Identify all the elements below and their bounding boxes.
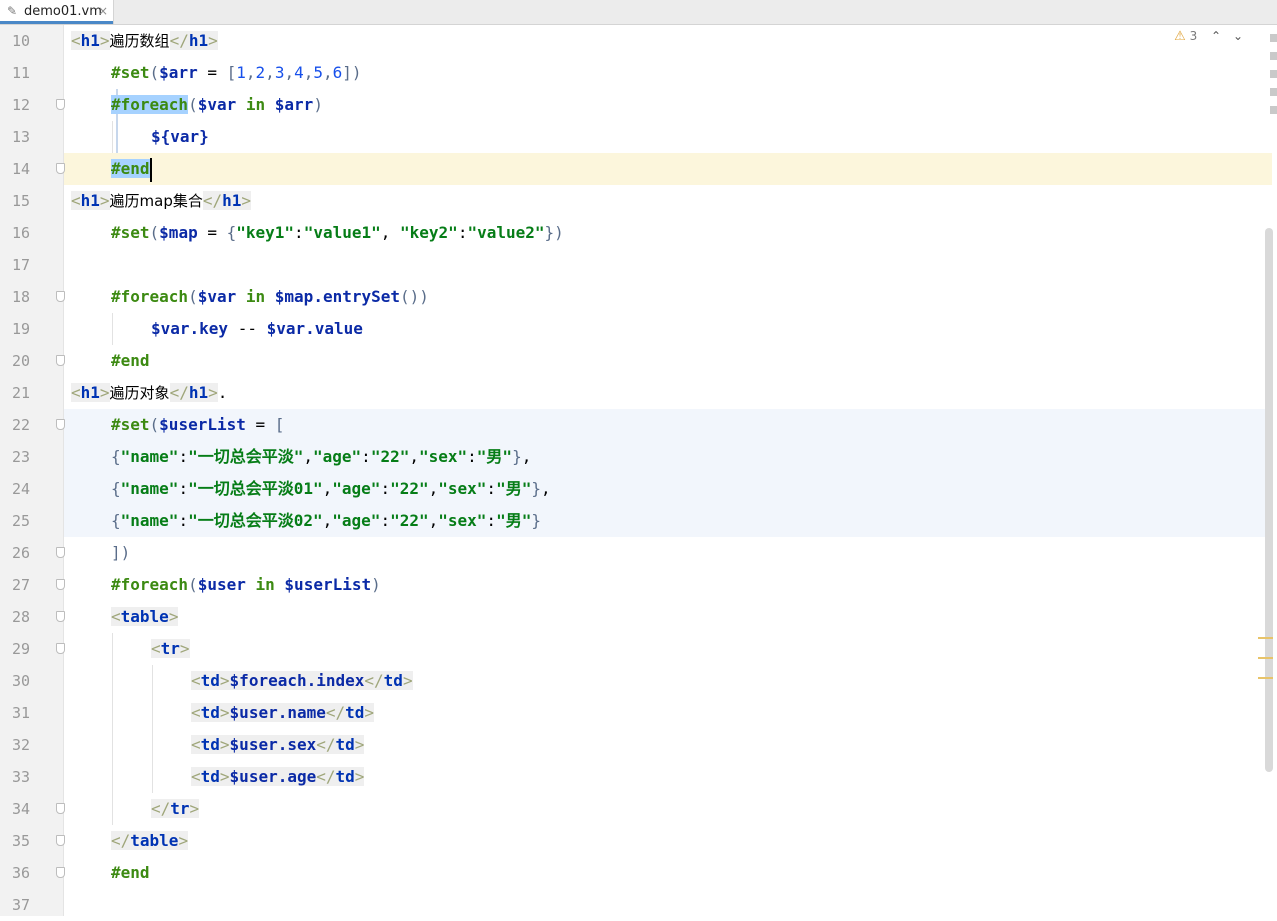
code-line: 26 ])	[12, 537, 1272, 569]
code-line: 23 {"name":"一切总会平淡","age":"22","sex":"男"…	[12, 441, 1272, 473]
code-line: 25 {"name":"一切总会平淡02","age":"22","sex":"…	[12, 505, 1272, 537]
line-number: 11	[11, 64, 30, 82]
code-line: 11 #set($arr = [1,2,3,4,5,6])	[12, 57, 1272, 89]
fold-icon[interactable]	[56, 579, 65, 590]
code-line: 13 ${var}	[12, 121, 1272, 153]
line-number: 12	[11, 96, 30, 114]
error-stripe-top	[1270, 34, 1277, 42]
text-caret	[149, 157, 152, 182]
line-number: 22	[11, 416, 30, 434]
code-line: 10 <h1>遍历数组</h1>	[12, 25, 1272, 57]
error-stripe-top	[1270, 88, 1277, 96]
fold-icon[interactable]	[56, 163, 65, 174]
line-number: 23	[11, 448, 30, 466]
tab-label: demo01.vm	[24, 4, 102, 19]
line-number: 26	[11, 544, 30, 562]
line-number: 29	[11, 640, 30, 658]
error-stripe-top	[1270, 106, 1277, 114]
line-number: 16	[11, 224, 30, 242]
code-line: 27 #foreach($user in $userList)	[12, 569, 1272, 601]
line-number: 28	[11, 608, 30, 626]
code-line: 24 {"name":"一切总会平淡01","age":"22","sex":"…	[12, 473, 1272, 505]
code-line: 17	[12, 249, 1272, 281]
line-number: 24	[11, 480, 30, 498]
code-line: 18 #foreach($var in $map.entrySet())	[12, 281, 1272, 313]
fold-icon[interactable]	[56, 355, 65, 366]
file-icon: ✎	[7, 4, 18, 18]
code-line: 20 #end	[12, 345, 1272, 377]
active-tab-indicator	[0, 21, 113, 24]
line-number: 19	[11, 320, 30, 338]
line-number: 14	[11, 160, 30, 178]
code-line: 12 #foreach($var in $arr)	[12, 89, 1272, 121]
line-number: 20	[11, 352, 30, 370]
code-line: 29 <tr>	[12, 633, 1272, 665]
line-number: 18	[11, 288, 30, 306]
line-number: 36	[11, 864, 30, 882]
fold-icon[interactable]	[56, 803, 65, 814]
error-stripe-top	[1270, 52, 1277, 60]
line-number: 35	[11, 832, 30, 850]
fold-icon[interactable]	[56, 835, 65, 846]
line-number: 34	[11, 800, 30, 818]
line-number: 33	[11, 768, 30, 786]
code-line: 30 <td>$foreach.index</td>	[12, 665, 1272, 697]
code-line: 19 $var.key -- $var.value	[12, 313, 1272, 345]
line-number: 10	[11, 32, 30, 50]
fold-icon[interactable]	[56, 643, 65, 654]
tab-demo01-vm[interactable]: ✎ demo01.vm ×	[0, 0, 114, 24]
line-number: 31	[11, 704, 30, 722]
line-number: 32	[11, 736, 30, 754]
line-number: 21	[11, 384, 30, 402]
current-line: 14 #end	[12, 153, 1272, 185]
warning-stripe-marker[interactable]	[1258, 637, 1273, 639]
line-number: 17	[11, 256, 30, 274]
code-editor[interactable]: 10 <h1>遍历数组</h1> 11 #set($arr = [1,2,3,4…	[12, 25, 1277, 916]
line-number: 37	[11, 896, 30, 914]
warning-stripe-marker[interactable]	[1258, 657, 1273, 659]
code-line: 16 #set($map = {"key1":"value1", "key2":…	[12, 217, 1272, 249]
close-icon[interactable]: ×	[98, 3, 108, 20]
code-line: 34 </tr>	[12, 793, 1272, 825]
fold-icon[interactable]	[56, 99, 65, 110]
code-line: 31 <td>$user.name</td>	[12, 697, 1272, 729]
code-line: 37	[12, 889, 1272, 921]
error-stripe-top	[1270, 70, 1277, 78]
fold-icon[interactable]	[56, 867, 65, 878]
code-line: 28 <table>	[12, 601, 1272, 633]
line-number: 27	[11, 576, 30, 594]
code-line: 36 #end	[12, 857, 1272, 889]
scrollbar-thumb[interactable]	[1265, 228, 1273, 772]
line-number: 25	[11, 512, 30, 530]
code-line: 21 <h1>遍历对象</h1>.	[12, 377, 1272, 409]
code-line: 35 </table>	[12, 825, 1272, 857]
fold-icon[interactable]	[56, 419, 65, 430]
code-line: 22 #set($userList = [	[12, 409, 1272, 441]
editor-tab-bar: ✎ demo01.vm ×	[0, 0, 1277, 25]
fold-icon[interactable]	[56, 547, 65, 558]
line-number: 15	[11, 192, 30, 210]
fold-icon[interactable]	[56, 291, 65, 302]
warning-stripe-marker[interactable]	[1258, 677, 1273, 679]
code-line: 32 <td>$user.sex</td>	[12, 729, 1272, 761]
line-number: 30	[11, 672, 30, 690]
code-line: 33 <td>$user.age</td>	[12, 761, 1272, 793]
fold-icon[interactable]	[56, 611, 65, 622]
line-number: 13	[11, 128, 30, 146]
code-line: 15 <h1>遍历map集合</h1>	[12, 185, 1272, 217]
